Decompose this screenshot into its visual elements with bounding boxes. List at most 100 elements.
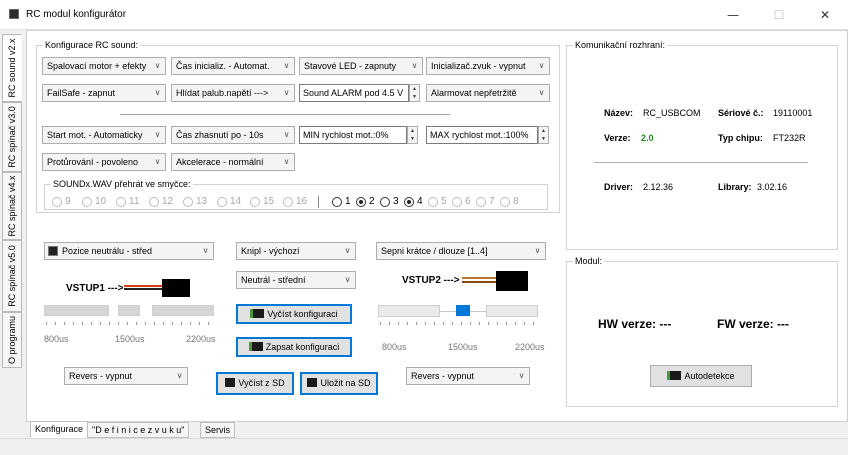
read-sd-button[interactable]: Vyčíst z SD [216, 372, 294, 395]
revers2-select[interactable]: Revers - vypnut ∨ [406, 367, 530, 385]
radio-16[interactable]: 16 [283, 196, 307, 207]
turbo-select[interactable]: Protůrování - povoleno ∨ [42, 153, 166, 171]
tab-definice-zvuku[interactable]: "D e f i n i c e z v u k u" [87, 422, 190, 438]
off-time-select[interactable]: Čas zhasnutí po - 10s ∨ [171, 126, 295, 144]
alarm-mode-select[interactable]: Alarmovat nepřetržitě ∨ [426, 84, 550, 102]
bottom-tabs: Konfigurace "D e f i n i c e z v u k u" … [26, 421, 848, 438]
input2-slider-thumb[interactable] [456, 305, 470, 316]
min-speed-field[interactable]: MIN rychlost mot.:0% [299, 126, 407, 144]
chevron-down-icon: ∨ [176, 371, 183, 380]
vertical-tabs: RC sound v2.x RC spínač v3.0 RC spínač v… [0, 30, 26, 425]
tab-spinac-v5[interactable]: RC spínač v5.0 [2, 240, 22, 312]
tab-rc-sound[interactable]: RC sound v2.x [2, 34, 22, 102]
switch-mode-select[interactable]: Sepni krátce / dlouze [1..4] ∨ [376, 242, 546, 260]
revers1-select[interactable]: Revers - vypnut ∨ [64, 367, 188, 385]
version-label: Verze: [604, 133, 631, 143]
library-label: Library: [718, 182, 752, 192]
minimize-button[interactable]: — [710, 0, 756, 30]
scale-max-2: 2200us [515, 342, 545, 352]
radio-9[interactable]: 9 [52, 196, 71, 207]
max-speed-spinner[interactable]: ▲ ▼ [538, 126, 549, 144]
chip-value: FT232R [773, 133, 806, 143]
chevron-down-icon: ∨ [283, 157, 290, 166]
radio-15[interactable]: 15 [250, 196, 274, 207]
max-speed-field[interactable]: MAX rychlost mot.:100% [426, 126, 538, 144]
connector-icon [496, 271, 528, 291]
radio-4[interactable]: 4 [404, 196, 423, 207]
input2-ticks [380, 322, 540, 325]
radio-2[interactable]: 2 [356, 196, 375, 207]
chevron-down-icon: ∨ [538, 61, 545, 70]
save-sd-button[interactable]: Uložit na SD [300, 372, 378, 395]
window-title: RC modul konfigurátor [26, 9, 127, 20]
voltage-monitor-select[interactable]: Hlídat palub.napětí ---> ∨ [171, 84, 295, 102]
neutral-position-select[interactable]: Pozice neutrálu - střed ∨ [44, 242, 214, 260]
alarm-voltage-spinner[interactable]: ▲ ▼ [409, 84, 420, 102]
separator [594, 162, 808, 163]
tab-o-programu[interactable]: O programu [2, 312, 22, 368]
alarm-voltage-field[interactable]: Sound ALARM pod 4.5 V [299, 84, 409, 102]
maximize-button[interactable]: ☐ [756, 0, 802, 30]
servo-icon [48, 246, 58, 256]
module-icon [250, 309, 265, 319]
scale-mid-1: 1500us [115, 334, 145, 344]
tab-servis[interactable]: Servis [200, 422, 236, 438]
radio-13[interactable]: 13 [183, 196, 207, 207]
min-speed-spinner[interactable]: ▲ ▼ [407, 126, 418, 144]
fw-version: FW verze: --- [717, 317, 789, 331]
input1-slider-left[interactable] [44, 305, 109, 316]
status-bar [0, 438, 848, 455]
input1-ticks [46, 322, 214, 325]
sound-group-title: Konfigurace RC sound: [43, 40, 141, 50]
radio-1[interactable]: 1 [332, 196, 351, 207]
input1-slider-mid[interactable] [118, 305, 140, 316]
driver-value: 2.12.36 [643, 182, 674, 192]
radio-10[interactable]: 10 [82, 196, 106, 207]
read-config-button[interactable]: Vyčíst konfiguraci [236, 304, 352, 324]
input2-slider-left[interactable] [378, 305, 440, 317]
tab-spinac-v3[interactable]: RC spínač v3.0 [2, 102, 22, 172]
tab-spinac-v4[interactable]: RC spínač v4.x [2, 172, 22, 240]
radio-11[interactable]: 11 [116, 196, 139, 207]
wire-icon [462, 277, 498, 279]
chevron-down-icon: ∨ [154, 157, 161, 166]
name-label: Název: [604, 108, 634, 118]
chip-label: Typ chipu: [718, 133, 763, 143]
radio-5[interactable]: 5 [428, 196, 447, 207]
radio-3[interactable]: 3 [380, 196, 399, 207]
input2-slider-right[interactable] [486, 305, 538, 317]
library-value: 3.02.16 [757, 182, 788, 192]
knipl-select[interactable]: Knipl - výchozí ∨ [236, 242, 356, 260]
module-icon [667, 371, 682, 381]
title-bar: RC modul konfigurátor — ☐ ✕ [0, 0, 848, 30]
chevron-down-icon: ∨ [344, 246, 351, 255]
app-icon [9, 9, 19, 19]
neutral-mid-select[interactable]: Neutrál - střední ∨ [236, 271, 356, 289]
chevron-down-icon: ∨ [344, 275, 351, 284]
autodetect-button[interactable]: Autodetekce [650, 365, 752, 387]
serial-value: 19110001 [773, 108, 813, 118]
input1-slider-right[interactable] [152, 305, 214, 316]
init-time-select[interactable]: Čas inicializ. - Automat. ∨ [171, 57, 295, 75]
comm-group-title: Komunikační rozhraní: [573, 40, 668, 50]
start-motor-select[interactable]: Start mot. - Automaticky ∨ [42, 126, 166, 144]
failsafe-select[interactable]: FailSafe - zapnut ∨ [42, 84, 166, 102]
radio-8[interactable]: 8 [500, 196, 519, 207]
tab-konfigurace[interactable]: Konfigurace [30, 421, 89, 438]
radio-12[interactable]: 12 [149, 196, 173, 207]
write-config-button[interactable]: Zapsat konfiguraci [236, 337, 352, 357]
acceleration-select[interactable]: Akcelerace - normální ∨ [171, 153, 295, 171]
scale-max-1: 2200us [186, 334, 216, 344]
engine-type-select[interactable]: Spalovací motor + efekty ∨ [42, 57, 166, 75]
hw-version: HW verze: --- [598, 317, 672, 331]
radio-6[interactable]: 6 [452, 196, 471, 207]
close-button[interactable]: ✕ [802, 0, 848, 30]
init-sound-select[interactable]: Inicializač.zvuk - vypnut ∨ [426, 57, 550, 75]
scale-mid-2: 1500us [448, 342, 478, 352]
module-group-title: Modul: [573, 256, 605, 266]
status-led-select[interactable]: Stavové LED - zapnuty ∨ [299, 57, 423, 75]
scale-min-1: 800us [44, 334, 69, 344]
chevron-down-icon: ∨ [283, 130, 290, 139]
radio-7[interactable]: 7 [476, 196, 495, 207]
radio-14[interactable]: 14 [217, 196, 241, 207]
